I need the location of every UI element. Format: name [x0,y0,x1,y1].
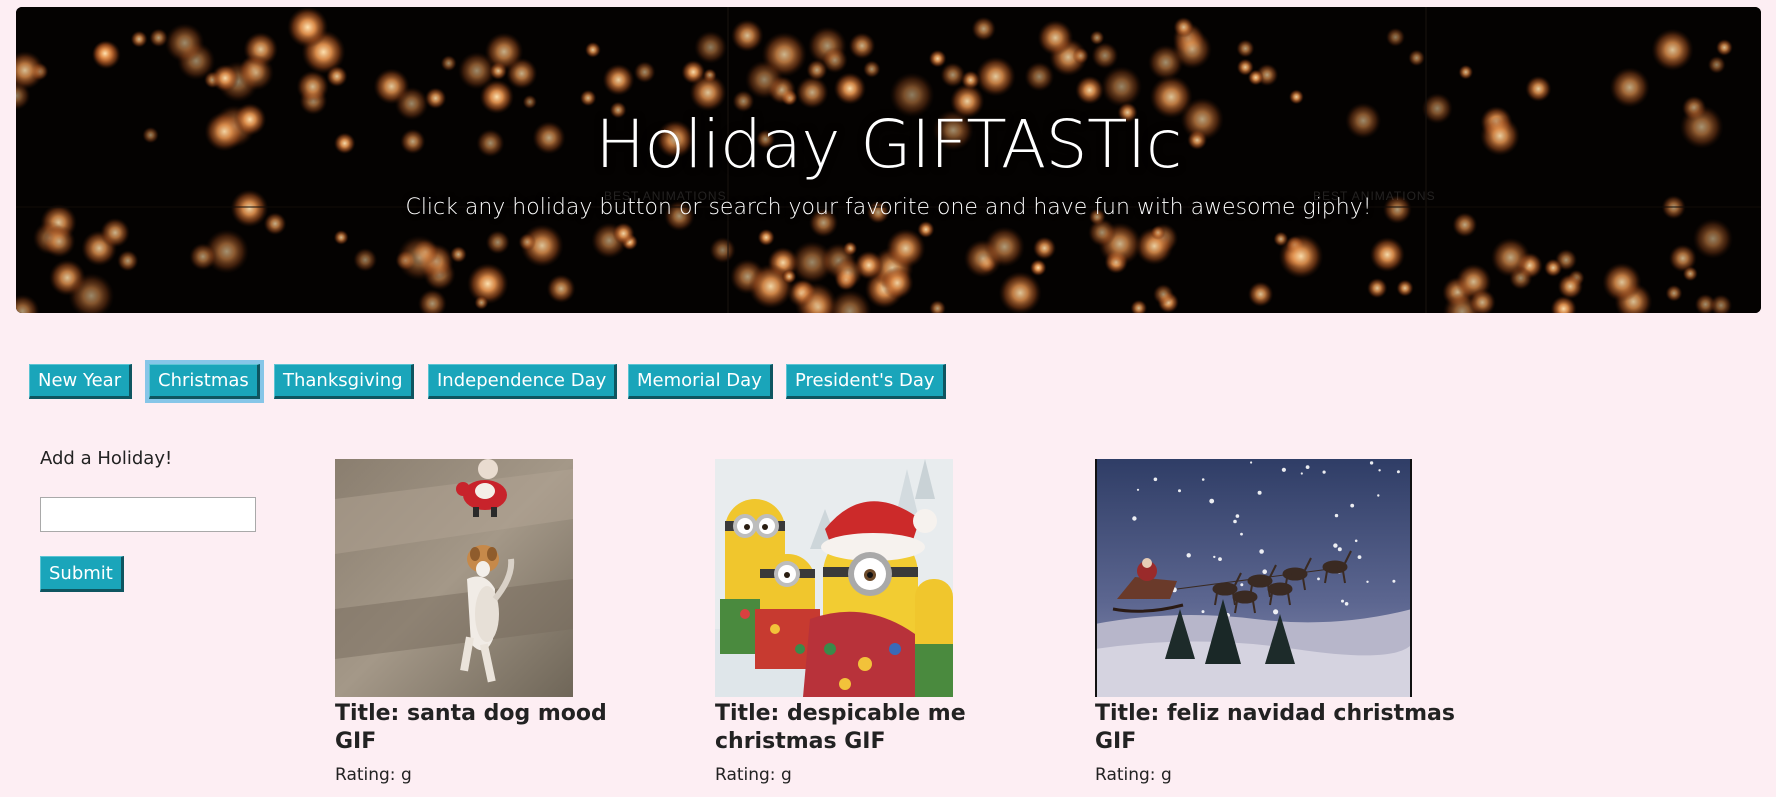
holiday-button-thanksgiving[interactable]: Thanksgiving [274,364,414,399]
holiday-button-christmas[interactable]: Christmas [145,360,264,403]
gif-card: Title: feliz navidad christmas GIF Ratin… [1095,459,1475,785]
gif-image[interactable] [715,459,953,697]
gif-image[interactable] [335,459,573,697]
submit-button[interactable]: Submit [40,556,124,592]
page-title: Holiday GIFTASTIc [595,106,1182,183]
holiday-button-independence-day[interactable]: Independence Day [428,364,618,399]
holiday-button-memorial-day[interactable]: Memorial Day [628,364,773,399]
gif-rating: Rating: g [715,765,792,785]
gif-title: Title: santa dog mood GIF [335,701,607,754]
gif-title: Title: feliz navidad christmas GIF [1095,701,1455,754]
add-holiday-label: Add a Holiday! [40,448,173,469]
gif-image[interactable] [1095,459,1412,697]
gif-card: Title: despicable me christmas GIF Ratin… [715,459,1050,785]
page-subtitle: Click any holiday button or search your … [405,195,1372,220]
gif-title: Title: despicable me christmas GIF [715,701,966,754]
add-holiday-input[interactable] [40,497,256,532]
gif-rating: Rating: g [335,765,412,785]
holiday-button-presidents-day[interactable]: President's Day [786,364,946,399]
gif-card: Title: santa dog mood GIF Rating: g [335,459,635,785]
gif-rating: Rating: g [1095,765,1172,785]
holiday-button-new-year[interactable]: New Year [29,364,133,399]
header-jumbotron: BEST ANIMATIONS BEST ANIMATIONS Holiday … [16,7,1761,313]
